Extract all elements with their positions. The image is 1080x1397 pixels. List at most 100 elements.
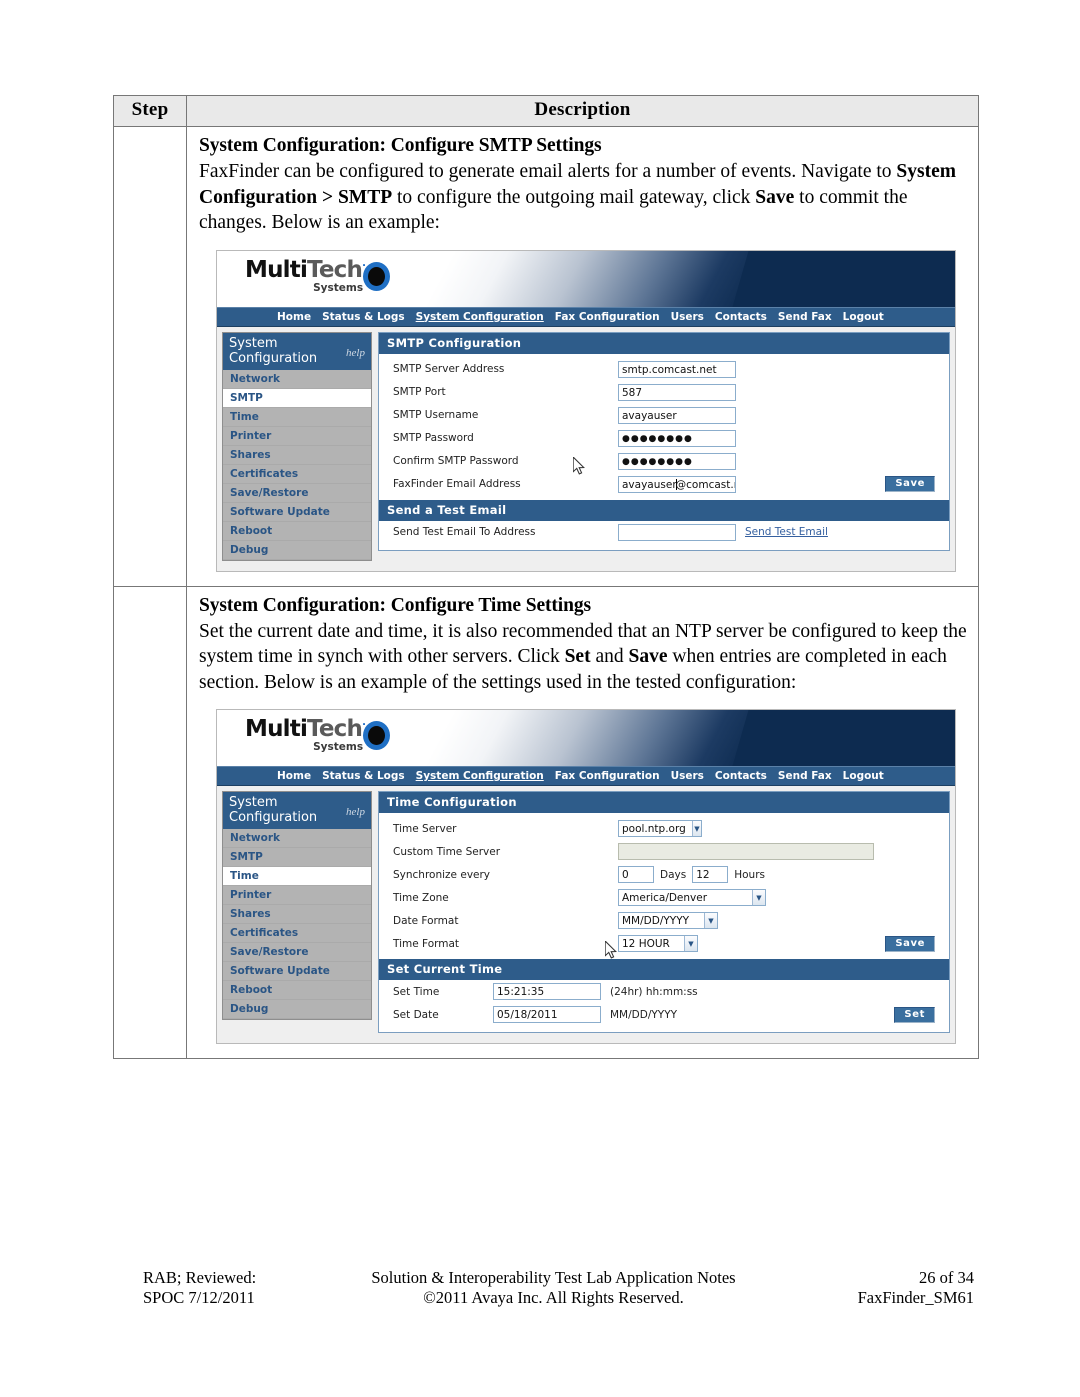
nav-item-fax-configuration[interactable]: Fax Configuration [555, 311, 660, 323]
nav-item-system-configuration[interactable]: System Configuration [416, 311, 544, 323]
step-cell [113, 585, 187, 1059]
footer-spoc-date: SPOC 7/12/2011 [143, 1288, 255, 1307]
nav-item-contacts[interactable]: Contacts [715, 770, 767, 782]
footer-doc-title: Solution & Interoperability Test Lab App… [371, 1268, 736, 1287]
footer-doc-id: FaxFinder_SM61 [857, 1288, 974, 1307]
select-time-zone[interactable]: America/Denver ▼ [618, 889, 766, 906]
input-set-date[interactable]: 05/18/2011 [493, 1006, 601, 1023]
body-bold-save: Save [755, 186, 795, 208]
step-cell [113, 126, 187, 587]
input-send-test-email-to-address[interactable] [618, 523, 736, 541]
footer-reviewer: RAB; Reviewed: [143, 1268, 257, 1287]
sidebar-item-printer[interactable]: Printer [223, 886, 371, 905]
sidebar-item-software-update[interactable]: Software Update [223, 962, 371, 981]
nav-item-home[interactable]: Home [277, 770, 311, 782]
body-text-line: Set the current date and time, it is als… [199, 620, 877, 642]
nav-item-users[interactable]: Users [671, 311, 704, 323]
field-row-time-zone: Time Zone America/Denver ▼ [379, 886, 949, 909]
app-header-banner: MultiTech· Systems [217, 250, 955, 307]
chevron-down-icon: ▼ [684, 936, 697, 951]
input-confirm-smtp-password[interactable]: ●●●●●●●● [618, 452, 736, 470]
nav-item-status-and-logs[interactable]: Status & Logs [322, 311, 405, 323]
input-custom-time-server[interactable] [618, 843, 874, 860]
set-button[interactable]: Set [894, 1006, 935, 1023]
multitech-logo: MultiTech· Systems [245, 258, 391, 294]
nav-item-send-fax[interactable]: Send Fax [778, 770, 832, 782]
input-sync-days[interactable]: 0 [618, 866, 654, 883]
hint-set-time-format: (24hr) hh:mm:ss [610, 985, 698, 998]
send-test-email-link[interactable]: Send Test Email [745, 526, 828, 538]
sidebar-item-software-update[interactable]: Software Update [223, 503, 371, 522]
sidebar-item-certificates[interactable]: Certificates [223, 465, 371, 484]
nav-item-home[interactable]: Home [277, 311, 311, 323]
input-faxfinder-email-address[interactable]: avayauser@comcast.n [618, 475, 736, 493]
page-footer: RAB; Reviewed: Solution & Interoperabili… [113, 1268, 979, 1308]
label-smtp-password: SMTP Password [393, 432, 474, 444]
sidebar-item-reboot[interactable]: Reboot [223, 522, 371, 541]
logo-text-tech: Tech [307, 716, 363, 742]
sidebar-item-shares[interactable]: Shares [223, 446, 371, 465]
logo-circle-icon [363, 721, 391, 750]
sidebar-item-time[interactable]: Time [223, 867, 371, 886]
nav-item-system-configuration[interactable]: System Configuration [416, 770, 544, 782]
sidebar-item-smtp[interactable]: SMTP [223, 388, 371, 408]
label-set-time: Set Time [393, 985, 440, 998]
section-body-time: Set the current date and time, it is als… [199, 619, 968, 696]
footer-line-2: SPOC 7/12/2011 ©2011 Avaya Inc. All Righ… [113, 1288, 979, 1308]
sidebar-item-network[interactable]: Network [223, 829, 371, 848]
sidebar-item-network[interactable]: Network [223, 370, 371, 389]
input-smtp-password[interactable]: ●●●●●●●● [618, 429, 736, 447]
save-button[interactable]: Save [885, 935, 935, 952]
field-row-synchronize-every: Synchronize every 0 Days 12 Hours [379, 863, 949, 886]
sidebar-item-certificates[interactable]: Certificates [223, 924, 371, 943]
logo-trademark-dot: · [362, 719, 366, 731]
nav-item-status-and-logs[interactable]: Status & Logs [322, 770, 405, 782]
sidebar-header: System Configuration help [223, 792, 371, 829]
sidebar-item-debug[interactable]: Debug [223, 541, 371, 560]
sidebar: System Configuration help Network SMTP T… [222, 331, 372, 561]
description-cell: System Configuration: Configure Time Set… [186, 585, 979, 1059]
sidebar-item-reboot[interactable]: Reboot [223, 981, 371, 1000]
footer-page-number: 26 of 34 [919, 1268, 974, 1287]
field-row-confirm-smtp-password: Confirm SMTP Password ●●●●●●●● [379, 450, 949, 473]
input-sync-hours[interactable]: 12 [692, 866, 729, 883]
select-time-format[interactable]: 12 HOUR ▼ [618, 935, 698, 952]
input-set-time[interactable]: 15:21:35 [493, 983, 601, 1000]
nav-item-users[interactable]: Users [671, 770, 704, 782]
nav-item-logout[interactable]: Logout [843, 311, 884, 323]
select-date-format[interactable]: MM/DD/YYYY ▼ [618, 912, 718, 929]
body-text-line: when entries are [667, 646, 801, 667]
logo-circle-icon [363, 261, 391, 291]
help-link[interactable]: help [346, 347, 365, 359]
nav-item-contacts[interactable]: Contacts [715, 311, 767, 323]
field-row-time-format: Time Format 12 HOUR ▼ Save [379, 932, 949, 955]
nav-item-fax-configuration[interactable]: Fax Configuration [555, 770, 660, 782]
help-link[interactable]: help [346, 806, 365, 818]
field-row-faxfinder-email-address: FaxFinder Email Address avayauser@comcas… [379, 473, 949, 496]
email-value-part2: @comcast.n [675, 478, 736, 491]
time-panel-body: Time Server pool.ntp.org ▼ Custom Time S… [379, 813, 949, 1032]
input-smtp-port[interactable]: 587 [618, 383, 736, 401]
nav-item-logout[interactable]: Logout [843, 770, 884, 782]
sidebar-item-save-restore[interactable]: Save/Restore [223, 943, 371, 962]
panel-title-set-current-time: Set Current Time [379, 959, 949, 980]
select-time-format-value: 12 HOUR [622, 937, 670, 950]
step-description-table: Step Description System Configuration: C… [113, 95, 979, 1059]
input-smtp-server-address[interactable]: smtp.comcast.net [618, 360, 736, 378]
sidebar-item-printer[interactable]: Printer [223, 427, 371, 446]
sidebar-item-time[interactable]: Time [223, 408, 371, 427]
save-button[interactable]: Save [885, 476, 935, 492]
label-time-server: Time Server [393, 822, 457, 835]
nav-item-send-fax[interactable]: Send Fax [778, 311, 832, 323]
field-row-date-format: Date Format MM/DD/YYYY ▼ [379, 909, 949, 932]
sidebar-item-smtp[interactable]: SMTP [223, 848, 371, 867]
select-time-server[interactable]: pool.ntp.org ▼ [618, 820, 702, 837]
table-row: System Configuration: Configure Time Set… [113, 585, 979, 1059]
body-text-line: and [590, 646, 629, 667]
body-text-line: to configure the outgoing mail gateway, … [392, 186, 756, 208]
sidebar-item-shares[interactable]: Shares [223, 905, 371, 924]
input-smtp-username[interactable]: avayauser [618, 406, 736, 424]
footer-line-1: RAB; Reviewed: Solution & Interoperabili… [113, 1268, 979, 1288]
sidebar-item-save-restore[interactable]: Save/Restore [223, 484, 371, 503]
sidebar-item-debug[interactable]: Debug [223, 1000, 371, 1019]
